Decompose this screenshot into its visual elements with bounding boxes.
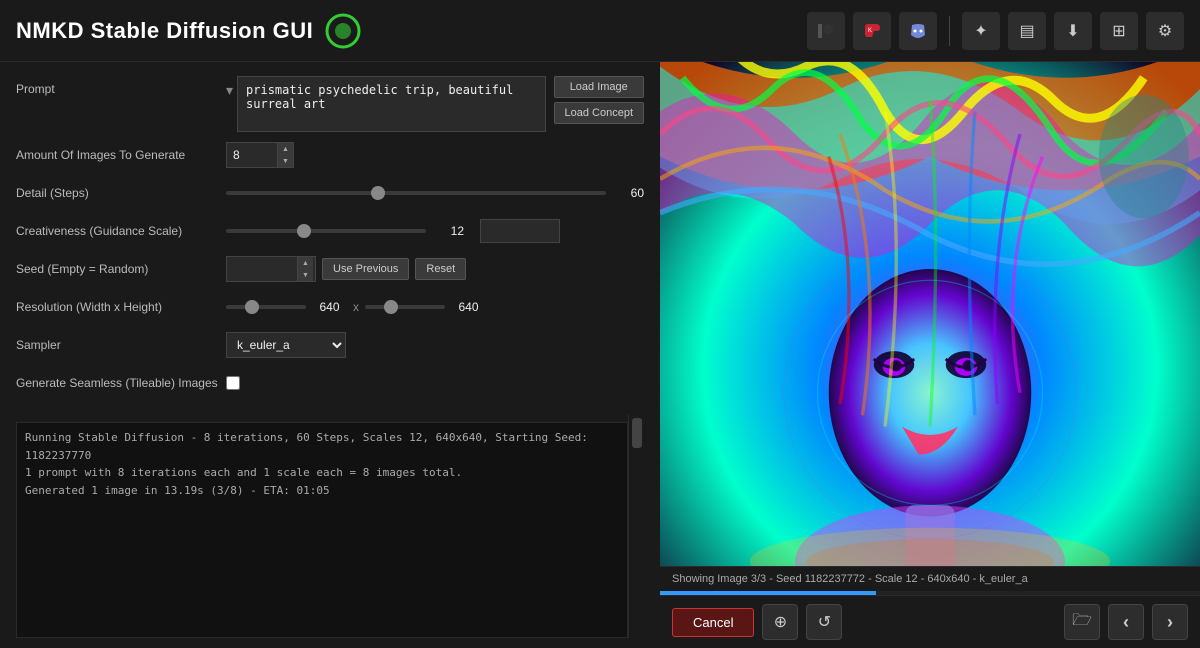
height-value: 640 [451, 300, 486, 314]
patreon-icon [816, 21, 836, 41]
resolution-controls: 640 x 640 [226, 300, 486, 314]
use-previous-button[interactable]: Use Previous [322, 258, 409, 280]
guidance-box [480, 219, 560, 243]
sampler-select[interactable]: k_euler k_euler_a k_heun k_dpm_2 k_dpm_2… [226, 332, 346, 358]
resolution-row: Resolution (Width x Height) 640 x 640 [16, 292, 644, 322]
next-image-button[interactable]: › [1152, 604, 1188, 640]
image-display [660, 62, 1200, 566]
log-line-2: 1 prompt with 8 iterations each and 1 sc… [25, 464, 619, 482]
detail-slider-wrap: 60 [226, 186, 644, 200]
creativeness-slider-wrap: 12 [226, 219, 644, 243]
log-section: Running Stable Diffusion - 8 iterations,… [16, 414, 644, 638]
download-icon: ⬇ [1066, 21, 1079, 41]
progress-bar [660, 591, 876, 595]
discord-icon [908, 21, 928, 41]
next-icon: › [1167, 612, 1173, 633]
amount-spinners: ▲ ▼ [277, 143, 293, 167]
creativeness-label: Creativeness (Guidance Scale) [16, 224, 226, 238]
seed-down[interactable]: ▼ [297, 269, 313, 281]
kofi-button[interactable]: K [853, 12, 891, 50]
log-line-3: Generated 1 image in 13.19s (3/8) - ETA:… [25, 482, 619, 500]
cancel-button[interactable]: Cancel [672, 608, 754, 637]
terminal-icon: ▤ [1019, 21, 1034, 41]
right-panel: Showing Image 3/3 - Seed 1182237772 - Sc… [660, 62, 1200, 648]
seed-controls: ▲ ▼ Use Previous Reset [226, 256, 466, 282]
seamless-checkbox[interactable] [226, 376, 240, 390]
prev-icon: ‹ [1123, 612, 1129, 633]
width-slider[interactable] [226, 305, 306, 309]
width-value: 640 [312, 300, 347, 314]
history-icon: ↺ [818, 612, 831, 632]
load-concept-button[interactable]: Load Concept [554, 102, 645, 124]
app-logo [325, 13, 361, 49]
creativeness-row: Creativeness (Guidance Scale) 12 [16, 216, 644, 246]
scrollbar-thumb [632, 418, 642, 448]
creativeness-slider[interactable] [226, 229, 426, 233]
app-title: NMKD Stable Diffusion GUI [16, 18, 313, 44]
prompt-row: Prompt ▾ prismatic psychedelic trip, bea… [16, 76, 644, 132]
kofi-icon: K [862, 21, 882, 41]
terminal-button[interactable]: ▤ [1008, 12, 1046, 50]
amount-label: Amount Of Images To Generate [16, 148, 226, 162]
add-icon: ⊕ [774, 612, 787, 632]
image-status-bar: Showing Image 3/3 - Seed 1182237772 - Sc… [660, 566, 1200, 591]
settings-button[interactable]: ⚙ [1146, 12, 1184, 50]
left-panel: Prompt ▾ prismatic psychedelic trip, bea… [0, 62, 660, 648]
prev-image-button[interactable]: ‹ [1108, 604, 1144, 640]
x-separator: x [353, 300, 359, 314]
detail-slider[interactable] [226, 191, 606, 195]
prompt-label: Prompt [16, 76, 226, 96]
detail-label: Detail (Steps) [16, 186, 226, 200]
log-line-1: Running Stable Diffusion - 8 iterations,… [25, 429, 619, 464]
folder-icon: 🗁 [1072, 609, 1092, 636]
title-bar: NMKD Stable Diffusion GUI K [0, 0, 1200, 62]
resolution-label: Resolution (Width x Height) [16, 300, 226, 314]
reset-button[interactable]: Reset [415, 258, 466, 280]
log-scrollbar[interactable] [628, 414, 644, 638]
discord-button[interactable] [899, 12, 937, 50]
open-folder-button[interactable]: 🗁 [1064, 604, 1100, 640]
gear-icon: ⚙ [1158, 21, 1172, 41]
amount-input-wrap: ▲ ▼ [226, 142, 294, 168]
amount-row: Amount Of Images To Generate ▲ ▼ [16, 140, 644, 170]
amount-down[interactable]: ▼ [277, 155, 293, 167]
svg-text:K: K [868, 28, 872, 34]
grid-icon: ⊞ [1112, 21, 1125, 41]
seed-spinners: ▲ ▼ [297, 257, 313, 281]
history-button[interactable]: ↺ [806, 604, 842, 640]
creativeness-value: 12 [434, 224, 464, 238]
patreon-button[interactable] [807, 12, 845, 50]
wand-icon: ✦ [974, 21, 987, 41]
sampler-row: Sampler k_euler k_euler_a k_heun k_dpm_2… [16, 330, 644, 360]
prompt-input[interactable]: prismatic psychedelic trip, beautiful su… [237, 76, 545, 132]
prompt-buttons: Load Image Load Concept [554, 76, 645, 124]
generated-image [660, 62, 1200, 566]
seamless-label: Generate Seamless (Tileable) Images [16, 376, 226, 390]
height-slider[interactable] [365, 305, 445, 309]
detail-value: 60 [614, 186, 644, 200]
seed-row: Seed (Empty = Random) ▲ ▼ Use Previous R… [16, 254, 644, 284]
image-actions: Cancel ⊕ ↺ 🗁 ‹ › [660, 595, 1200, 648]
prompt-dropdown-arrow[interactable]: ▾ [226, 76, 233, 99]
image-status-text: Showing Image 3/3 - Seed 1182237772 - Sc… [672, 573, 1028, 585]
log-area: Running Stable Diffusion - 8 iterations,… [16, 422, 628, 638]
seed-input-wrap: ▲ ▼ [226, 256, 316, 282]
wand-button[interactable]: ✦ [962, 12, 1000, 50]
add-to-queue-button[interactable]: ⊕ [762, 604, 798, 640]
seed-up[interactable]: ▲ [297, 257, 313, 269]
progress-bar-wrap [660, 591, 1200, 595]
download-button[interactable]: ⬇ [1054, 12, 1092, 50]
detail-row: Detail (Steps) 60 [16, 178, 644, 208]
seamless-row: Generate Seamless (Tileable) Images [16, 368, 644, 398]
grid-button[interactable]: ⊞ [1100, 12, 1138, 50]
seed-label: Seed (Empty = Random) [16, 262, 226, 276]
amount-up[interactable]: ▲ [277, 143, 293, 155]
load-image-button[interactable]: Load Image [554, 76, 645, 98]
seed-input[interactable] [227, 259, 297, 279]
amount-input[interactable] [227, 145, 277, 165]
sampler-label: Sampler [16, 338, 226, 352]
title-icons: K ✦ ▤ ⬇ ⊞ [807, 12, 1184, 50]
title-left: NMKD Stable Diffusion GUI [16, 13, 361, 49]
separator [949, 16, 950, 46]
